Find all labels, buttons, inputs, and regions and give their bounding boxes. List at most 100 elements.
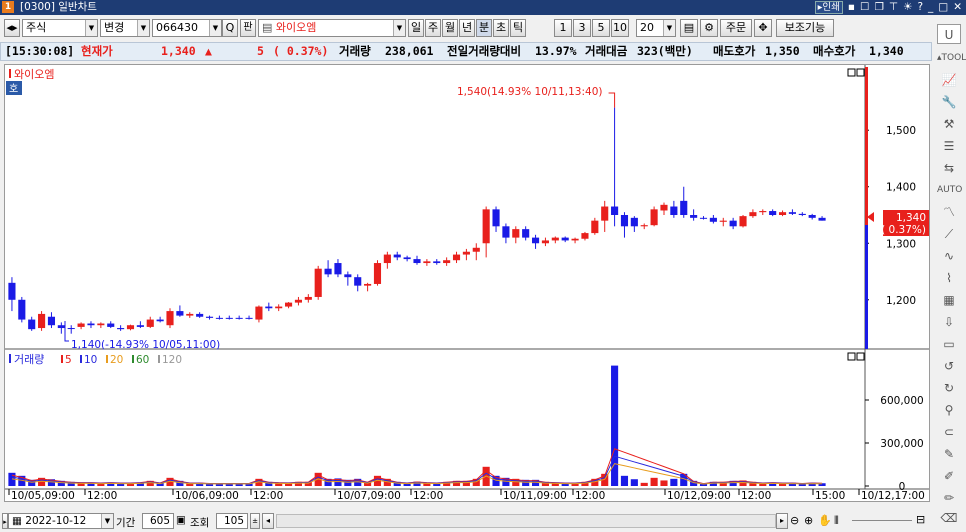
ma-legend-marker [61, 355, 63, 363]
gear-icon[interactable]: ⚙ [700, 19, 718, 37]
ma-legend-marker [106, 355, 108, 363]
chart-panel[interactable]: 와이오엠 호 1,540(14.93% 10/11,13:40) 1,140(-… [4, 64, 931, 502]
eraser-icon[interactable]: ⌫ [937, 508, 961, 528]
bars-icon[interactable]: ⦀ [834, 514, 839, 528]
stock-name-field[interactable]: ▤ 와이오엠 ▼ [258, 19, 406, 37]
chevron-down-icon[interactable]: ▼ [137, 20, 149, 36]
brush-icon[interactable]: ✐ [937, 466, 961, 486]
lookup-icon[interactable]: ▣ [176, 514, 186, 526]
minute-button[interactable]: 5 [592, 19, 610, 37]
candle [166, 311, 174, 326]
period-input[interactable]: 605 [142, 513, 174, 529]
pin-icon[interactable]: ▪ [848, 0, 855, 15]
candle [640, 225, 648, 227]
auto-icon[interactable]: AUTO [937, 180, 962, 200]
help-icon[interactable]: ? [917, 0, 923, 15]
window-icon[interactable]: ☐ [860, 0, 869, 15]
date-input[interactable]: ▦ 2022-10-12 ▼ [8, 513, 114, 529]
collapse-icon[interactable]: U [937, 24, 961, 44]
crosshair-icon[interactable]: ✥ [754, 19, 772, 37]
compare-icon[interactable]: ⇆ [937, 158, 961, 178]
pin-icon[interactable]: ⊤ [889, 0, 898, 15]
maximize-icon[interactable]: □ [938, 0, 948, 15]
download-icon[interactable]: ⇩ [937, 312, 961, 332]
period-button[interactable]: 초 [493, 19, 509, 37]
price-bar: [15:30:08] 현재가 1,340 ▲ 5 ( 0.37%) 거래량 23… [0, 42, 932, 61]
period-button[interactable]: 주 [425, 19, 441, 37]
chart-type-icon[interactable]: 📈 [937, 70, 961, 90]
period-button[interactable]: 년 [459, 19, 475, 37]
window-icon[interactable]: ▭ [937, 334, 961, 354]
zoom-slider-track[interactable] [852, 520, 912, 521]
change-select[interactable]: 변경 ▼ [100, 19, 150, 37]
chevron-down-icon[interactable]: ▼ [101, 514, 113, 528]
period-button[interactable]: 일 [408, 19, 424, 37]
tool-icon[interactable]: ▴TOOL [937, 48, 966, 68]
code-input[interactable]: 066430 ▼ [152, 19, 222, 37]
app-icon: 1 [2, 1, 14, 13]
order-button[interactable]: 주문 [720, 19, 752, 37]
time-tick-label: 12:00 [87, 490, 117, 501]
nav-arrows-icon[interactable]: ◂▸ [4, 19, 20, 37]
candle [670, 206, 678, 215]
candle [126, 325, 135, 330]
scroll-left-icon[interactable]: ◂ [262, 513, 274, 529]
spin-icon[interactable]: ± [250, 513, 260, 529]
layout-icon[interactable]: ⊟ [916, 513, 925, 526]
line-icon[interactable]: ⟋ [937, 224, 961, 244]
minimize-icon[interactable]: _ [928, 0, 933, 15]
market-select[interactable]: 주식 ▼ [22, 19, 98, 37]
trend-icon[interactable]: 〽 [937, 202, 961, 222]
chevron-down-icon[interactable]: ▼ [663, 20, 675, 36]
candle [334, 263, 342, 275]
chevron-down-icon[interactable]: ▼ [209, 20, 221, 36]
minute-button[interactable]: 1 [554, 19, 572, 37]
scroll-right-icon[interactable]: ▸ [776, 513, 788, 529]
chart-badge[interactable]: 호 [9, 83, 18, 95]
save-icon[interactable]: ▤ [680, 19, 698, 37]
hand-icon[interactable]: ✋ [818, 514, 832, 527]
minute-button[interactable]: 3 [573, 19, 591, 37]
pane-close-icon [856, 352, 865, 361]
candle [541, 240, 549, 244]
horizontal-scrollbar[interactable] [276, 514, 776, 528]
magnet-icon[interactable]: ⊂ [937, 422, 961, 442]
minute-button[interactable]: 10 [611, 19, 629, 37]
close-icon[interactable]: ✕ [953, 0, 962, 15]
print-link[interactable]: ▸인쇄 [814, 1, 843, 14]
candle [136, 325, 144, 327]
zoom-out-icon[interactable]: ⊖ [790, 514, 799, 527]
candle [472, 247, 480, 252]
zoom-in-icon[interactable]: ⊕ [804, 514, 813, 527]
period-button[interactable]: 틱 [510, 19, 526, 37]
star-icon[interactable]: ☀ [903, 0, 912, 15]
lookup-input[interactable]: 105 [216, 513, 248, 529]
price-change: 5 [257, 44, 264, 58]
window-icon[interactable]: ❐ [874, 0, 883, 15]
aux-button[interactable]: 보조기능 [776, 19, 834, 37]
period-button[interactable]: 월 [442, 19, 458, 37]
chevron-down-icon[interactable]: ▼ [85, 20, 97, 36]
redo-icon[interactable]: ↻ [937, 378, 961, 398]
chevron-down-icon[interactable]: ▼ [393, 20, 405, 36]
grid-icon[interactable]: ▦ [937, 290, 961, 310]
zigzag-icon[interactable]: ⌇ [937, 268, 961, 288]
price-chart[interactable]: 와이오엠 호 1,540(14.93% 10/11,13:40) 1,140(-… [5, 65, 931, 502]
wave-icon[interactable]: ∿ [937, 246, 961, 266]
candle [186, 313, 194, 316]
period-button[interactable]: 분 [476, 19, 492, 37]
candle [769, 211, 777, 215]
count-select[interactable]: 20 ▼ [636, 19, 676, 37]
undo-icon[interactable]: ↺ [937, 356, 961, 376]
ask-label: 매도호가 [713, 44, 756, 58]
list-icon[interactable]: ☰ [937, 136, 961, 156]
search-button[interactable]: Q [222, 19, 238, 37]
pencil-icon[interactable]: ✏ [937, 488, 961, 508]
pan-button[interactable]: 판 [240, 19, 256, 37]
pen-icon[interactable]: ✎ [937, 444, 961, 464]
ma-legend-label: 5 [65, 354, 72, 366]
wrench-icon[interactable]: 🔧 [937, 92, 961, 112]
tools-icon[interactable]: ⚒ [937, 114, 961, 134]
search-icon[interactable]: ⚲ [937, 400, 961, 420]
candle [87, 323, 95, 326]
